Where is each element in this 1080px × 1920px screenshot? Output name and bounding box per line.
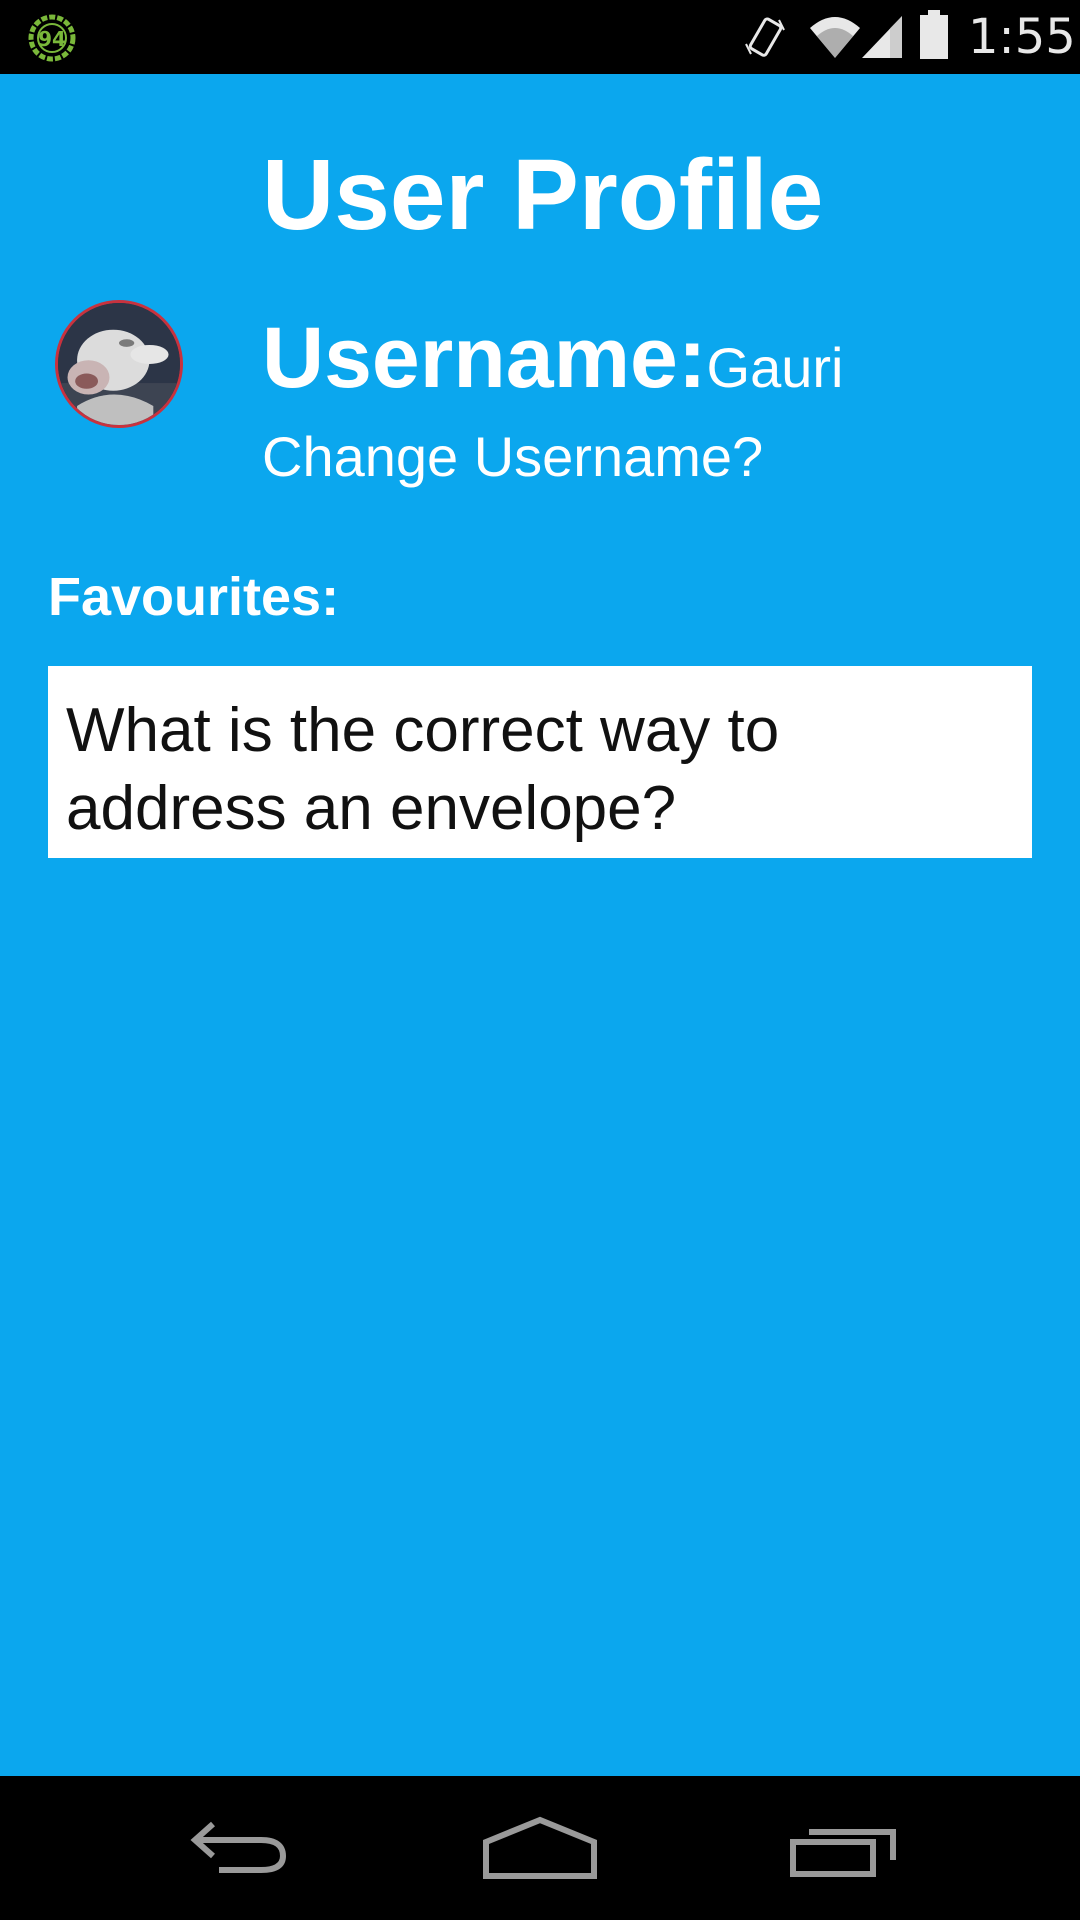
vibrate-icon — [743, 14, 787, 62]
recents-button[interactable] — [783, 1806, 903, 1890]
back-button[interactable] — [179, 1806, 299, 1890]
username-label: Username: — [262, 310, 707, 406]
avatar[interactable] — [55, 300, 183, 428]
notification-badge-count: 94 — [38, 27, 66, 51]
home-icon — [483, 1816, 597, 1879]
username-row: Username:Gauri — [262, 312, 843, 414]
notification-badge-icon: 94 — [26, 12, 78, 64]
status-bar: 94 1:55 — [0, 0, 1080, 74]
home-button[interactable] — [480, 1806, 600, 1890]
username-value: Gauri — [706, 336, 844, 399]
goat-avatar-image — [58, 303, 180, 425]
favourites-list: What is the correct way to address an en… — [48, 666, 1032, 858]
page-title: User Profile — [262, 139, 824, 251]
wifi-icon — [808, 14, 862, 60]
signal-icon — [860, 14, 904, 60]
favourites-label: Favourites: — [48, 567, 340, 627]
status-time: 1:55 — [968, 9, 1076, 65]
favourite-item[interactable]: What is the correct way to address an en… — [48, 666, 1032, 858]
recents-icon — [790, 1829, 896, 1877]
navigation-bar — [0, 1776, 1080, 1920]
change-username-link[interactable]: Change Username? — [262, 422, 763, 492]
battery-icon — [918, 10, 950, 60]
back-icon — [190, 1821, 287, 1873]
